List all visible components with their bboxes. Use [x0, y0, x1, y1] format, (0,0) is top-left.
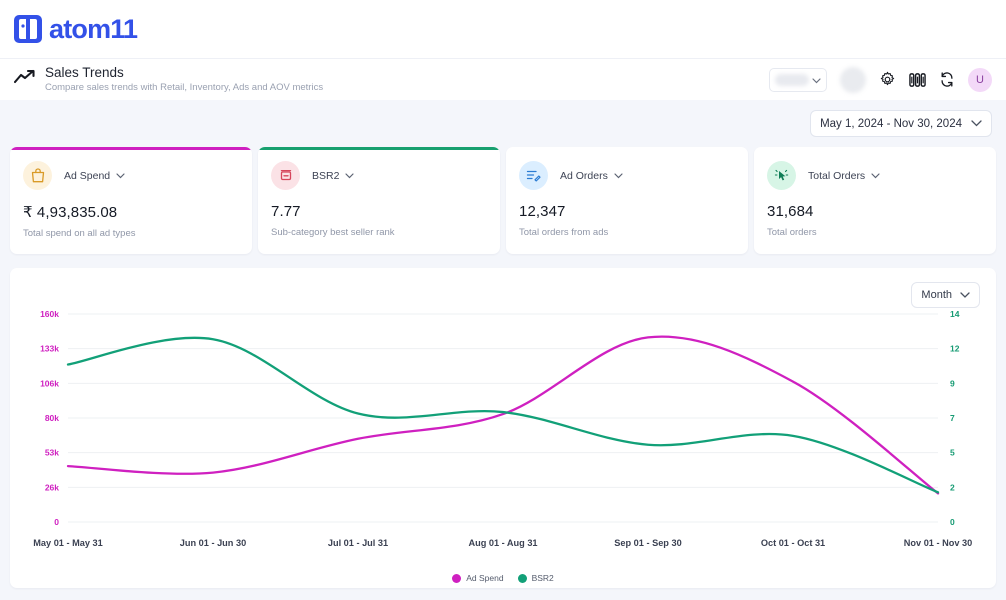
chevron-down-icon	[871, 170, 880, 182]
card-value: 7.77	[271, 203, 301, 220]
y-axis-right-tick: 9	[950, 378, 955, 388]
date-range-row: May 1, 2024 - Nov 30, 2024	[0, 100, 1006, 137]
y-axis-right-tick: 2	[950, 482, 955, 492]
y-axis-right-tick: 14	[950, 309, 960, 319]
y-axis-left-tick: 53k	[45, 448, 59, 458]
y-axis-right-tick: 7	[950, 413, 955, 423]
click-cursor-icon	[767, 161, 796, 190]
blurred-avatar[interactable]	[840, 66, 866, 93]
chevron-down-icon	[614, 170, 623, 182]
header-toolbar: U	[769, 66, 992, 93]
chart-plot-area[interactable]: 0 26k 53k 80k 106k 133k 160k 0 2 5 7 9 12 14 May 01 - …	[10, 306, 996, 556]
card-value: 31,684	[767, 203, 814, 220]
legend-item-bsr2[interactable]: BSR2	[517, 573, 554, 583]
x-axis-tick: Jun 01 - Jun 30	[180, 538, 246, 548]
trophy-rank-icon	[271, 161, 300, 190]
kpi-card-bsr2[interactable]: BSR2 7.77 Sub-category best seller rank	[258, 147, 500, 254]
y-axis-right-tick: 0	[950, 517, 955, 527]
card-description: Sub-category best seller rank	[271, 227, 395, 238]
x-axis-tick: Sep 01 - Sep 30	[614, 538, 681, 548]
chevron-down-icon	[971, 118, 982, 130]
gear-icon[interactable]	[879, 71, 896, 88]
chevron-down-icon	[116, 170, 125, 182]
chevron-down-icon	[345, 170, 355, 182]
y-axis-left-tick: 80k	[45, 413, 59, 423]
card-description: Total orders	[767, 227, 817, 238]
x-axis-tick: Nov 01 - Nov 30	[904, 538, 972, 548]
series-line-ad-spend[interactable]	[66, 335, 940, 495]
date-range-label: May 1, 2024 - Nov 30, 2024	[820, 117, 962, 130]
granularity-row: Month	[10, 268, 996, 308]
card-description: Total spend on all ad types	[23, 228, 136, 239]
card-value: ₹ 4,93,835.08	[23, 204, 118, 221]
blurred-select[interactable]	[769, 67, 827, 92]
card-metric-selector[interactable]: Total Orders	[808, 170, 880, 182]
page-title: Sales Trends	[45, 64, 124, 80]
granularity-select[interactable]: Month	[911, 282, 980, 308]
sales-trends-chart-panel: Month 0 26k 53k 80k 106k 133k 160k 0 2 5 7 9 12 14 May…	[10, 268, 996, 588]
atom11-logo-icon	[14, 15, 42, 43]
trend-up-icon	[13, 69, 36, 90]
x-axis-tick: Jul 01 - Jul 31	[328, 538, 388, 548]
brand-logo[interactable]: atom11	[14, 13, 138, 44]
x-axis-tick: Oct 01 - Oct 31	[761, 538, 825, 548]
kpi-card-ad-orders[interactable]: Ad Orders 12,347 Total orders from ads	[506, 147, 748, 254]
y-axis-right-tick: 5	[950, 448, 955, 458]
y-axis-left-tick: 0	[54, 517, 59, 527]
x-axis-tick: May 01 - May 31	[33, 538, 102, 548]
card-metric-label: Ad Spend	[64, 169, 111, 182]
legend-item-ad-spend[interactable]: Ad Spend	[452, 573, 504, 583]
user-avatar-initial: U	[976, 73, 984, 86]
y-axis-left-tick: 106k	[40, 378, 59, 388]
brand-bar: atom11	[0, 0, 1006, 58]
trend-line-chart[interactable]: 0 26k 53k 80k 106k 133k 160k 0 2 5 7 9 12 14 May 01 - …	[10, 306, 996, 556]
y-axis-left-tick: 160k	[40, 309, 59, 319]
legend-swatch-icon	[452, 573, 462, 583]
granularity-label: Month	[921, 289, 952, 301]
card-metric-label: Ad Orders	[560, 169, 608, 182]
legend-label: BSR2	[531, 573, 554, 583]
refresh-icon[interactable]	[939, 71, 955, 88]
blurred-select-value	[775, 73, 809, 86]
date-range-select[interactable]: May 1, 2024 - Nov 30, 2024	[810, 110, 992, 137]
legend-swatch-icon	[517, 573, 527, 583]
legend-label: Ad Spend	[466, 573, 504, 583]
page-header: Sales Trends Compare sales trends with R…	[0, 58, 1006, 100]
card-metric-selector[interactable]: Ad Orders	[560, 170, 623, 182]
user-avatar[interactable]: U	[968, 67, 992, 92]
chevron-down-icon	[960, 289, 970, 301]
kpi-card-ad-spend[interactable]: Ad Spend ₹ 4,93,835.08 Total spend on al…	[10, 147, 252, 254]
bar-chart-icon[interactable]	[909, 72, 926, 88]
chevron-down-icon	[812, 71, 821, 89]
card-accent-bar	[10, 147, 252, 150]
card-value: 12,347	[519, 203, 566, 220]
card-metric-selector[interactable]: BSR2	[312, 169, 355, 182]
y-axis-left-tick: 26k	[45, 482, 59, 492]
x-axis-tick: Aug 01 - Aug 31	[468, 538, 537, 548]
kpi-card-row: Ad Spend ₹ 4,93,835.08 Total spend on al…	[0, 137, 1006, 254]
card-metric-label: BSR2	[312, 169, 340, 182]
card-description: Total orders from ads	[519, 227, 609, 238]
card-metric-selector[interactable]: Ad Spend	[64, 170, 125, 182]
note-edit-icon	[519, 161, 548, 190]
card-metric-label: Total Orders	[808, 169, 866, 182]
y-axis-right-tick: 12	[950, 344, 960, 354]
kpi-card-total-orders[interactable]: Total Orders 31,684 Total orders	[754, 147, 996, 254]
brand-name: atom11	[49, 13, 138, 44]
shopping-bag-icon	[23, 161, 52, 190]
card-accent-bar	[258, 147, 500, 150]
y-axis-left-tick: 133k	[40, 344, 59, 354]
chart-legend: Ad Spend BSR2	[10, 573, 996, 583]
page-subtitle: Compare sales trends with Retail, Invent…	[45, 81, 324, 93]
